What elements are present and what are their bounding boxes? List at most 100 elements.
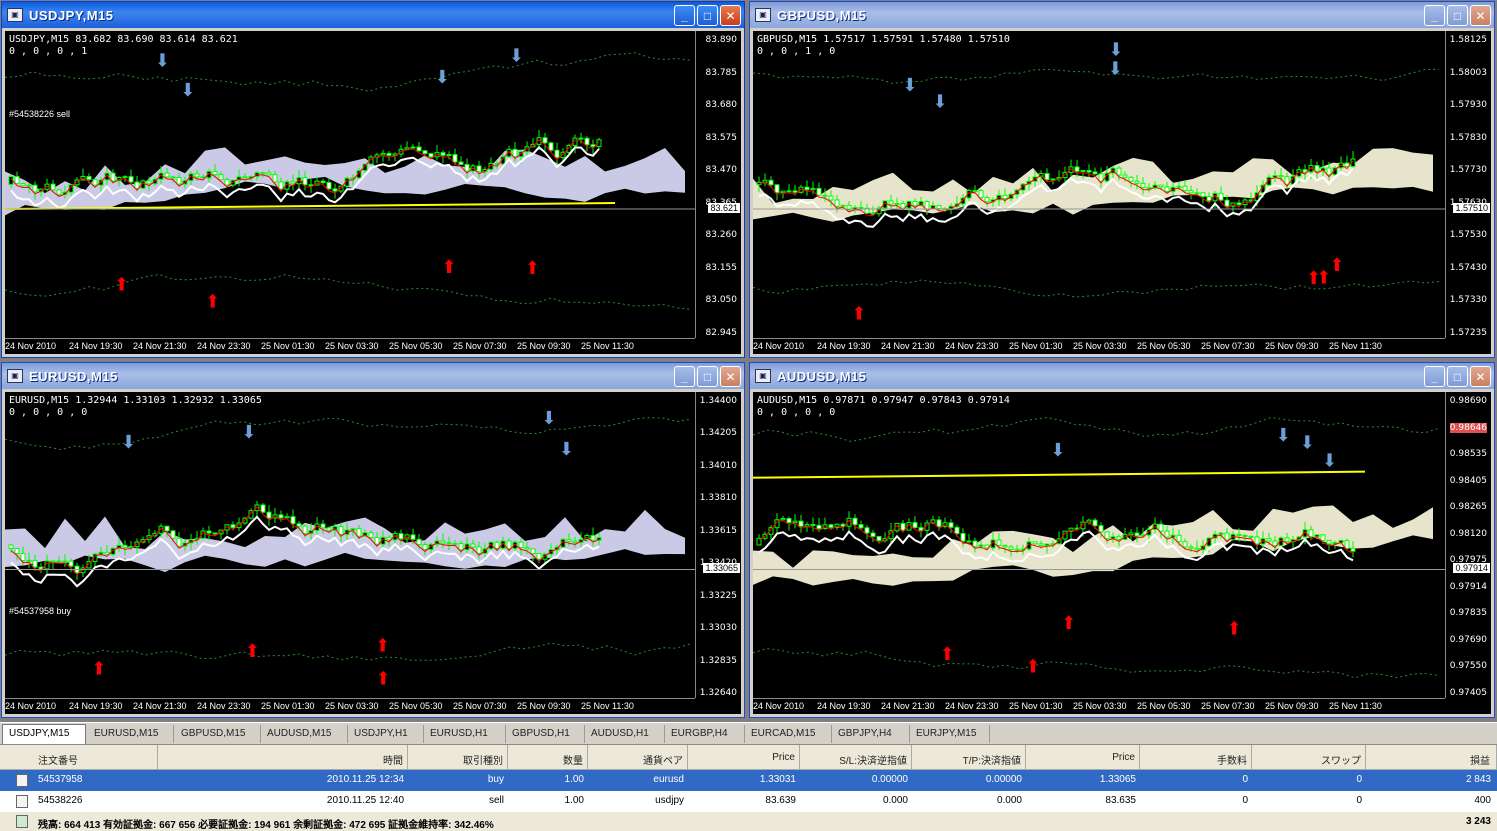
candle [1188, 190, 1194, 194]
indicator-values: 0 , 0 , 1 , 0 [757, 46, 836, 57]
candle [26, 559, 32, 562]
tab-usdjpy-m15[interactable]: USDJPY,M15 [2, 724, 86, 744]
chart-canvas[interactable]: ⬇ ⬆ ⬇ ⬆ ⬇ ⬆ ⬇ ⬆ USDJPY,M15 83.682 83.690 83.614 … [5, 31, 741, 354]
candle [536, 553, 542, 560]
col-take-profit[interactable]: T/P:決済指値 [912, 745, 1026, 770]
chart-window-usdjpy[interactable]: ▣ USDJPY,M15 _ □ ✕ ⬇ ⬆ ⬇ ⬆ ⬇ ⬆ ⬇ ⬆ USDJPY,M15 83… [1, 1, 745, 358]
maximize-button[interactable]: □ [697, 366, 718, 387]
candle [1014, 548, 1020, 551]
maximize-button[interactable]: □ [1447, 5, 1468, 26]
candle [566, 538, 572, 542]
col-time[interactable]: 時間 [158, 745, 408, 770]
maximize-button[interactable]: □ [1447, 366, 1468, 387]
candle [1314, 534, 1320, 538]
price-plot[interactable]: ⬇⬆⬇⬆⬇⬆⬇⬆ [753, 392, 1445, 698]
col-open-price[interactable]: Price [688, 745, 800, 770]
col-type[interactable]: 取引種別 [408, 745, 508, 770]
col-swap[interactable]: スワップ [1252, 745, 1366, 770]
candle [1344, 540, 1350, 549]
candle [590, 534, 596, 541]
time-tick-label: 25 Nov 03:30 [325, 701, 379, 711]
col-current-price[interactable]: Price [1026, 745, 1140, 770]
titlebar[interactable]: ▣ EURUSD,M15 _ □ ✕ [2, 363, 744, 389]
candle [176, 176, 182, 185]
minimize-button[interactable]: _ [674, 366, 695, 387]
maximize-button[interactable]: □ [697, 5, 718, 26]
titlebar[interactable]: ▣ GBPUSD,M15 _ □ ✕ [750, 2, 1494, 28]
candle [1158, 523, 1164, 532]
candle [1254, 536, 1260, 545]
titlebar[interactable]: ▣ AUDUSD,M15 _ □ ✕ [750, 363, 1494, 389]
window-title: EURUSD,M15 [29, 368, 118, 384]
time-axis[interactable]: 24 Nov 2010 24 Nov 19:30 24 Nov 21:30 24 No… [5, 338, 695, 354]
chart-canvas[interactable]: ⬇ ⬆ ⬇ ⬆ ⬇ ⬆ ⬇ ⬆ GBPUSD,M15 1.57517 1.57591 1.574… [753, 31, 1491, 354]
tab-gbpjpy-h4[interactable]: GBPJPY,H4 [832, 725, 910, 743]
chart-canvas[interactable]: ⬇ ⬆ ⬇ ⬆ ⬇ ⬆ ⬇ ⬆ EURUSD,M15 1.32944 1.33103 1.329… [5, 392, 741, 714]
price-plot[interactable]: ⬇⬆⬇⬆⬇⬆⬇⬆ [753, 31, 1445, 338]
time-tick-label: 25 Nov 11:30 [1329, 341, 1382, 351]
time-tick-label: 25 Nov 01:30 [1009, 341, 1063, 351]
candle [446, 542, 452, 545]
candle [1002, 194, 1008, 200]
close-button[interactable]: ✕ [1470, 5, 1491, 26]
tab-usdjpy-h1[interactable]: USDJPY,H1 [348, 725, 424, 743]
price-tick-label: 83.785 [705, 67, 738, 78]
col-order-number[interactable]: 注文番号 [0, 745, 158, 770]
chart-canvas[interactable]: ⬇ ⬆ ⬇ ⬆ ⬇ ⬆ ⬇ ⬆ AUDUSD,M15 0.97871 0.97947 0.978… [753, 392, 1491, 714]
minimize-button[interactable]: _ [674, 5, 695, 26]
tab-eurjpy-m15[interactable]: EURJPY,M15 [910, 725, 990, 743]
candle [1098, 525, 1104, 533]
candle [404, 147, 410, 150]
col-profit[interactable]: 損益 [1366, 745, 1497, 770]
tab-audusd-h1[interactable]: AUDUSD,H1 [585, 725, 665, 743]
minimize-button[interactable]: _ [1424, 366, 1445, 387]
price-axis[interactable]: 1.581251.580031.579301.578301.577301.576… [1445, 31, 1491, 338]
col-symbol[interactable]: 通貨ペア [588, 745, 688, 770]
close-button[interactable]: ✕ [720, 5, 741, 26]
candle [798, 520, 804, 527]
chart-window-eurusd[interactable]: ▣ EURUSD,M15 _ □ ✕ ⬇ ⬆ ⬇ ⬆ ⬇ ⬆ ⬇ ⬆ EURUSD,M15 1.… [1, 362, 745, 718]
col-stop-loss[interactable]: S/L:決済逆指値 [800, 745, 912, 770]
signal-up-arrow-icon: ⬆ [114, 275, 129, 295]
candle [1008, 546, 1014, 551]
price-plot[interactable]: ⬇⬆⬇⬆⬇⬆⬇⬆ [5, 31, 695, 338]
order-line-label[interactable]: #54538226 sell [9, 109, 70, 119]
col-volume[interactable]: 数量 [508, 745, 588, 770]
tab-eurusd-m15[interactable]: EURUSD,M15 [88, 725, 174, 743]
col-commission[interactable]: 手数料 [1140, 745, 1252, 770]
table-row[interactable]: 54538226 2010.11.25 12:40 sell 1.00 usdj… [0, 791, 1497, 812]
signal-down-arrow-icon: ⬇ [1276, 425, 1291, 445]
close-button[interactable]: ✕ [1470, 366, 1491, 387]
candle [548, 142, 554, 151]
time-axis[interactable]: 24 Nov 2010 24 Nov 19:30 24 Nov 21:30 24 No… [753, 338, 1445, 354]
price-axis[interactable]: 1.344001.342051.340101.338101.336151.334… [695, 392, 741, 698]
price-plot[interactable]: ⬇⬆⬇⬆⬇⬆⬇⬆ [5, 392, 695, 698]
price-axis[interactable]: 0.98690 0.98646 0.98535 0.98405 0.98265 0.981… [1445, 392, 1491, 698]
time-axis[interactable]: 24 Nov 2010 24 Nov 19:30 24 Nov 21:30 24 No… [5, 698, 695, 714]
table-row[interactable]: 54537958 2010.11.25 12:34 buy 1.00 eurus… [0, 770, 1497, 791]
price-axis[interactable]: 83.89083.78583.68083.57583.47083.36583.2… [695, 31, 741, 338]
close-button[interactable]: ✕ [720, 366, 741, 387]
trend-line[interactable] [753, 470, 1366, 479]
candle [20, 183, 26, 187]
tab-eurgbp-h4[interactable]: EURGBP,H4 [665, 725, 745, 743]
candle [458, 542, 464, 551]
tab-audusd-m15[interactable]: AUDUSD,M15 [261, 725, 348, 743]
order-line-label[interactable]: #54537958 buy [9, 606, 71, 616]
tab-gbpusd-m15[interactable]: GBPUSD,M15 [175, 725, 261, 743]
order-volume: 1.00 [564, 795, 584, 806]
minimize-button[interactable]: _ [1424, 5, 1445, 26]
titlebar[interactable]: ▣ USDJPY,M15 _ □ ✕ [2, 2, 744, 28]
price-tick-label: 1.33615 [699, 525, 737, 536]
candle [416, 538, 422, 545]
chart-window-audusd[interactable]: ▣ AUDUSD,M15 _ □ ✕ ⬇ ⬆ ⬇ ⬆ ⬇ ⬆ ⬇ ⬆ AUDUSD,M15 0.… [749, 362, 1495, 718]
tab-gbpusd-h1[interactable]: GBPUSD,H1 [506, 725, 585, 743]
chart-window-gbpusd[interactable]: ▣ GBPUSD,M15 _ □ ✕ ⬇ ⬆ ⬇ ⬆ ⬇ ⬆ ⬇ ⬆ GBPUSD,M15 1.… [749, 1, 1495, 358]
candle [1176, 534, 1182, 543]
price-tick-label: 1.57430 [1449, 262, 1487, 273]
candle [1134, 180, 1140, 184]
time-axis[interactable]: 24 Nov 2010 24 Nov 19:30 24 Nov 21:30 24 No… [753, 698, 1445, 714]
tab-eurcad-m15[interactable]: EURCAD,M15 [745, 725, 832, 743]
tab-eurusd-h1[interactable]: EURUSD,H1 [424, 725, 506, 743]
candle [828, 195, 834, 201]
